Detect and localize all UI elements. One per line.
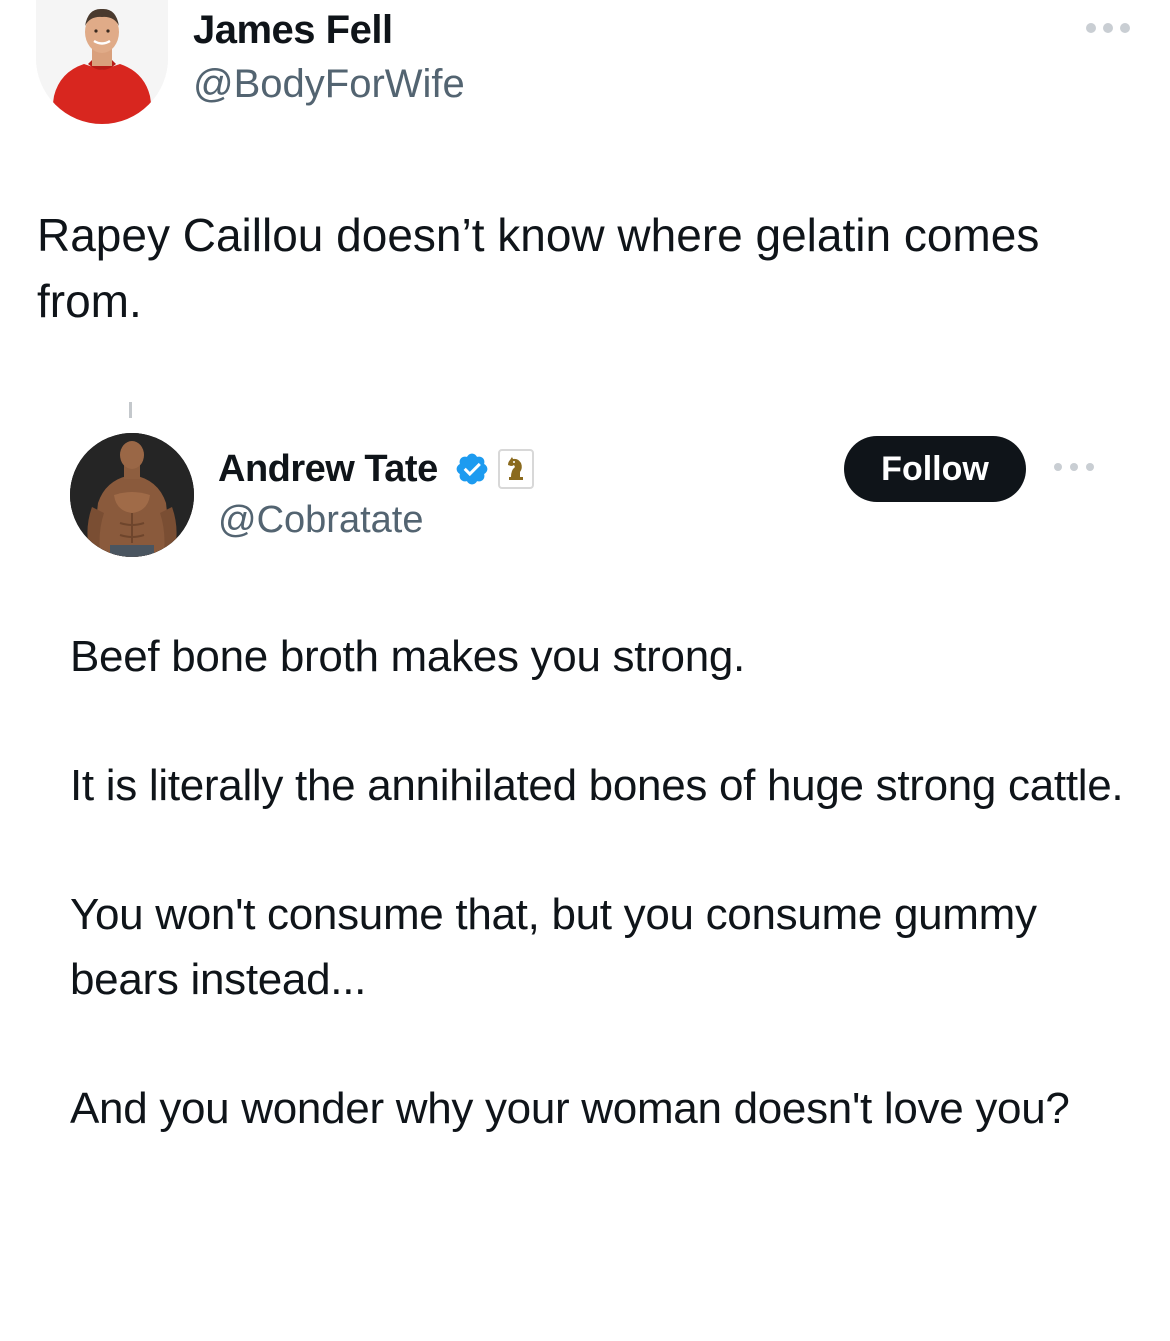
ellipsis-icon — [1086, 23, 1096, 33]
verified-badge-icon — [456, 453, 488, 485]
person-red-shirt-avatar-icon — [36, 0, 168, 124]
tweet-text: Rapey Caillou doesn’t know where gelatin… — [37, 209, 1040, 327]
quote-thread-line — [129, 402, 132, 418]
ellipsis-icon — [1054, 463, 1062, 471]
quoted-author-name[interactable]: Andrew Tate — [218, 448, 438, 491]
quoted-tweet-paragraph: Beef bone broth makes you strong. — [70, 632, 745, 681]
author-avatar[interactable] — [36, 0, 168, 124]
chess-knight-badge-icon — [507, 457, 523, 480]
affiliate-badge[interactable] — [497, 449, 534, 489]
quoted-tweet-paragraph: And you wonder why your woman doesn't lo… — [70, 1084, 1070, 1133]
quoted-author-avatar[interactable] — [70, 433, 194, 557]
quoted-author-name-row: Andrew Tate — [218, 446, 534, 492]
author-name[interactable]: James Fell — [193, 8, 393, 53]
quoted-more-options-button[interactable] — [1054, 460, 1094, 474]
quoted-tweet-body: Beef bone broth makes you strong. It is … — [70, 624, 1130, 1205]
muscular-man-avatar-icon — [70, 433, 194, 557]
author-handle[interactable]: @BodyForWife — [193, 62, 465, 107]
ellipsis-icon — [1120, 23, 1130, 33]
quoted-tweet-paragraph: It is literally the annihilated bones of… — [70, 761, 1124, 810]
ellipsis-icon — [1070, 463, 1078, 471]
ellipsis-icon — [1086, 463, 1094, 471]
more-options-button[interactable] — [1086, 18, 1130, 38]
quoted-tweet-paragraph: You won't consume that, but you consume … — [70, 890, 1037, 1004]
quoted-author-handle[interactable]: @Cobratate — [218, 499, 423, 542]
follow-button[interactable]: Follow — [844, 436, 1026, 502]
ellipsis-icon — [1103, 23, 1113, 33]
